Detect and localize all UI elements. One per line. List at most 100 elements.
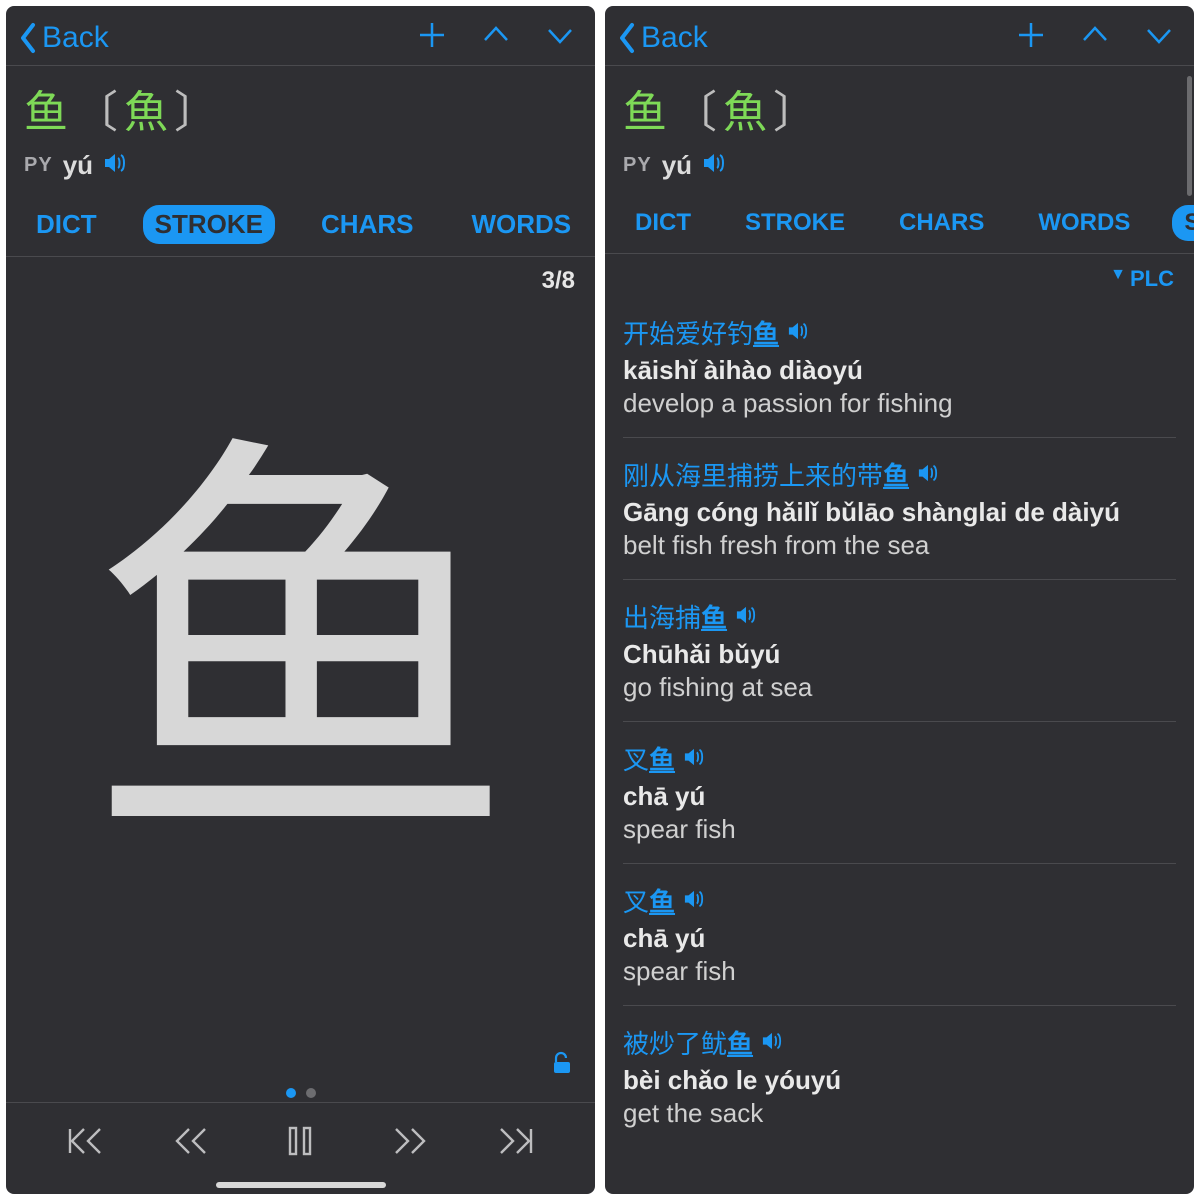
sentence-cn-text: 出海捕鱼 [623, 598, 727, 635]
sentence-english: go fishing at sea [623, 672, 1176, 703]
sentence-pinyin: chā yú [623, 781, 1176, 812]
sentences-pane: Back 鱼 〔 魚 〕 PY yú DICT STROKE CHARS WOR… [605, 6, 1194, 1194]
sentence-pinyin: chā yú [623, 923, 1176, 954]
character-row: 鱼 〔 魚 〕 [24, 76, 577, 140]
tab-stroke[interactable]: STROKE [733, 205, 857, 241]
rewind-icon [171, 1123, 215, 1159]
forward-button[interactable] [386, 1123, 430, 1164]
play-sentence-button[interactable] [761, 1027, 783, 1058]
bracket-close: 〕 [773, 76, 817, 140]
pinyin-label: PY [24, 154, 53, 177]
back-button[interactable]: Back [617, 21, 708, 55]
rewind-button[interactable] [171, 1123, 215, 1164]
tab-chars[interactable]: CHARS [309, 205, 425, 244]
sentence-list: 开始爱好钓鱼 kāishǐ àihào diàoyúdevelop a passi… [605, 296, 1194, 1147]
sentence-english: spear fish [623, 814, 1176, 845]
sentence-english: spear fish [623, 956, 1176, 987]
tab-dict[interactable]: DICT [623, 205, 703, 241]
sentence-item[interactable]: 叉鱼 chā yúspear fish [623, 722, 1176, 864]
entry-header: 鱼 〔 魚 〕 PY yú [605, 66, 1194, 187]
sentence-pinyin: bèi chǎo le yóuyú [623, 1065, 1176, 1096]
play-sentence-button[interactable] [683, 885, 705, 916]
sentence-cn-text: 刚从海里捕捞上来的带鱼 [623, 456, 909, 493]
top-actions [415, 20, 577, 55]
sentence-item[interactable]: 叉鱼 chā yúspear fish [623, 864, 1176, 1006]
play-audio-button[interactable] [702, 152, 726, 179]
tab-stroke[interactable]: STROKE [143, 205, 275, 244]
add-button[interactable] [415, 20, 449, 55]
sentences-body: ▼ PLC 开始爱好钓鱼 kāishǐ àihào diàoyúdevelop a… [605, 254, 1194, 1194]
speaker-icon [917, 463, 939, 483]
back-button[interactable]: Back [18, 21, 109, 55]
top-bar: Back [6, 6, 595, 65]
plus-icon [1014, 20, 1048, 50]
sentence-chinese: 出海捕鱼 [623, 598, 1176, 635]
next-entry-button[interactable] [543, 20, 577, 55]
skip-start-button[interactable] [64, 1123, 108, 1164]
sentence-chinese: 叉鱼 [623, 882, 1176, 919]
skip-start-icon [64, 1123, 108, 1159]
sentence-english: get the sack [623, 1098, 1176, 1129]
sentence-item[interactable]: 开始爱好钓鱼 kāishǐ àihào diàoyúdevelop a passi… [623, 296, 1176, 438]
back-label: Back [42, 21, 109, 55]
sentence-english: develop a passion for fishing [623, 388, 1176, 419]
sentence-pinyin: kāishǐ àihào diàoyú [623, 355, 1176, 386]
scroll-indicator[interactable] [1187, 76, 1192, 196]
stroke-canvas[interactable]: 鱼 [6, 295, 595, 1051]
play-sentence-button[interactable] [787, 317, 809, 348]
home-indicator[interactable] [216, 1182, 386, 1188]
lock-toggle[interactable] [551, 1051, 573, 1080]
pinyin-row: PY yú [623, 150, 1176, 181]
sentence-cn-text: 开始爱好钓鱼 [623, 314, 779, 351]
sentence-cn-text: 叉鱼 [623, 882, 675, 919]
sentence-item[interactable]: 刚从海里捕捞上来的带鱼Gāng cóng hǎilǐ bǔlāo shàngla… [623, 438, 1176, 580]
skip-end-button[interactable] [493, 1123, 537, 1164]
speaker-icon [702, 152, 726, 174]
add-button[interactable] [1014, 20, 1048, 55]
char-simplified: 鱼 [623, 76, 667, 140]
source-label: PLC [1130, 266, 1174, 292]
char-traditional: 魚 [723, 76, 767, 140]
sentence-pinyin: Chūhǎi bǔyú [623, 639, 1176, 670]
pause-button[interactable] [278, 1123, 322, 1164]
prev-entry-button[interactable] [479, 20, 513, 55]
next-entry-button[interactable] [1142, 20, 1176, 55]
sentence-chinese: 刚从海里捕捞上来的带鱼 [623, 456, 1176, 493]
speaker-icon [103, 152, 127, 174]
triangle-down-icon: ▼ [1110, 266, 1126, 292]
stroke-glyph: 鱼 [86, 438, 516, 868]
bracket-open: 〔 [673, 76, 717, 140]
speaker-icon [787, 321, 809, 341]
speaker-icon [683, 889, 705, 909]
skip-end-icon [493, 1123, 537, 1159]
sentence-chinese: 叉鱼 [623, 740, 1176, 777]
tab-words[interactable]: WORDS [1026, 205, 1142, 241]
tab-bar: DICT STROKE CHARS WORDS SENTS [605, 187, 1194, 254]
stroke-pane: Back 鱼 〔 魚 〕 PY yú DICT STROKE CHARS WOR… [6, 6, 595, 1194]
plus-icon [415, 20, 449, 50]
play-sentence-button[interactable] [735, 601, 757, 632]
tab-words[interactable]: WORDS [459, 205, 583, 244]
top-actions [1014, 20, 1176, 55]
play-audio-button[interactable] [103, 152, 127, 179]
back-label: Back [641, 21, 708, 55]
stroke-counter: 3/8 [6, 257, 595, 295]
prev-entry-button[interactable] [1078, 20, 1112, 55]
play-sentence-button[interactable] [683, 743, 705, 774]
tab-bar: DICT STROKE CHARS WORDS SENTS [6, 187, 595, 257]
page-dot-1[interactable] [286, 1088, 296, 1098]
sentence-item[interactable]: 被炒了鱿鱼 bèi chǎo le yóuyúget the sack [623, 1006, 1176, 1147]
tab-dict[interactable]: DICT [24, 205, 109, 244]
source-dropdown[interactable]: ▼ PLC [605, 254, 1194, 296]
tab-sents[interactable]: SENTS [1172, 205, 1194, 241]
speaker-icon [761, 1031, 783, 1051]
chevron-left-icon [617, 21, 639, 55]
page-dot-2[interactable] [306, 1088, 316, 1098]
play-sentence-button[interactable] [917, 459, 939, 490]
sentence-cn-text: 叉鱼 [623, 740, 675, 777]
sentence-english: belt fish fresh from the sea [623, 530, 1176, 561]
sentence-cn-text: 被炒了鱿鱼 [623, 1024, 753, 1061]
forward-icon [386, 1123, 430, 1159]
tab-chars[interactable]: CHARS [887, 205, 996, 241]
sentence-item[interactable]: 出海捕鱼 Chūhǎi bǔyúgo fishing at sea [623, 580, 1176, 722]
